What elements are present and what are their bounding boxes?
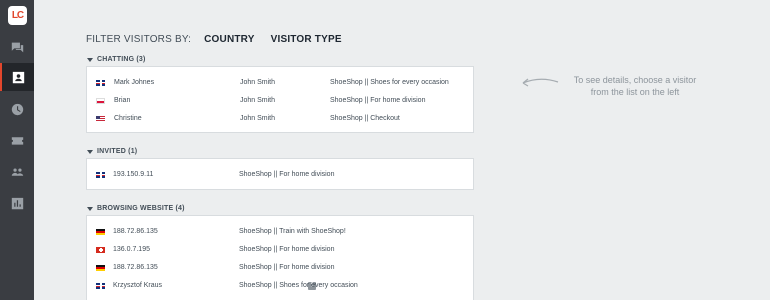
visitor-page: ShoeShop || Shoes for every occasion xyxy=(330,79,449,86)
sidebar-item-visitors[interactable] xyxy=(0,63,34,91)
list-item[interactable]: 188.72.86.135 ShoeShop || For home divis… xyxy=(87,259,473,277)
visitor-ip: 136.0.7.195 xyxy=(113,246,150,253)
sidebar-item-agents[interactable] xyxy=(0,158,34,186)
hint-line-2: from the list on the left xyxy=(590,87,680,97)
switzerland-flag-icon xyxy=(96,247,105,253)
history-icon xyxy=(11,103,23,115)
visitor-name: Christine xyxy=(114,115,142,122)
sidebar: LC xyxy=(0,0,34,300)
section-title: CHATTING (3) xyxy=(97,56,146,63)
visitor-name: Brian xyxy=(114,97,131,104)
visitor-page: ShoeShop || For home division xyxy=(239,246,335,253)
details-hint: To see details, choose a visitor from th… xyxy=(560,74,710,98)
list-item[interactable]: Mark Johnes John Smith ShoeShop || Shoes… xyxy=(87,74,473,92)
germany-flag-icon xyxy=(96,229,105,235)
visitor-name: Krzysztof Kraus xyxy=(113,282,163,289)
agent-name: John Smith xyxy=(240,115,276,122)
visitors-icon xyxy=(12,71,24,83)
agents-icon xyxy=(11,167,23,176)
hint-line-1: To see details, choose a visitor xyxy=(573,75,697,85)
visitor-ip: 193.150.9.11 xyxy=(113,171,154,178)
caret-down-icon xyxy=(87,57,93,62)
visitor-page: ShoeShop || Shoes for every occasion xyxy=(239,282,358,289)
section-header-browsing[interactable]: BROWSING WEBSITE (4) xyxy=(87,205,185,212)
section-header-chatting[interactable]: CHATTING (3) xyxy=(87,56,146,63)
list-item[interactable]: 188.72.86.135 ShoeShop || Train with Sho… xyxy=(87,223,473,241)
visitor-page: ShoeShop || For home division xyxy=(239,264,335,271)
filter-country-button[interactable]: COUNTRY xyxy=(204,34,254,45)
poland-flag-icon xyxy=(96,98,105,104)
caret-down-icon xyxy=(87,206,93,211)
list-item[interactable]: 193.150.9.11 ShoeShop || For home divisi… xyxy=(87,166,473,184)
invited-list: 193.150.9.11 ShoeShop || For home divisi… xyxy=(86,158,474,190)
germany-flag-icon xyxy=(96,265,105,271)
uk-flag-icon xyxy=(96,172,105,178)
visitor-ip: 188.72.86.135 xyxy=(113,228,158,235)
sidebar-item-history[interactable] xyxy=(0,95,34,123)
section-header-invited[interactable]: INVITED (1) xyxy=(87,148,137,155)
section-title: INVITED (1) xyxy=(97,148,138,155)
filter-visitor-type-button[interactable]: VISITOR TYPE xyxy=(271,34,342,45)
filter-bar: FILTER VISITORS BY: COUNTRY VISITOR TYPE xyxy=(86,34,342,45)
sidebar-item-reports[interactable] xyxy=(0,189,34,217)
agent-name: John Smith xyxy=(240,97,276,104)
agent-name: John Smith xyxy=(240,79,276,86)
visitor-name: Mark Johnes xyxy=(114,79,155,86)
browsing-list: 188.72.86.135 ShoeShop || Train with Sho… xyxy=(86,215,474,300)
section-title: BROWSING WEBSITE (4) xyxy=(97,205,185,212)
tickets-icon xyxy=(11,136,23,145)
visitor-page: ShoeShop || For home division xyxy=(330,97,426,104)
reports-icon xyxy=(11,197,23,209)
visitor-page: ShoeShop || Train with ShoeShop! xyxy=(239,228,346,235)
list-item[interactable]: Krzysztof Kraus f ShoeShop || Shoes for … xyxy=(87,277,473,295)
list-item[interactable]: Brian John Smith ShoeShop || For home di… xyxy=(87,92,473,110)
sidebar-item-tickets[interactable] xyxy=(0,126,34,154)
uk-flag-icon xyxy=(96,80,105,86)
visitor-page: ShoeShop || For home division xyxy=(239,171,335,178)
chatting-list: Mark Johnes John Smith ShoeShop || Shoes… xyxy=(86,66,474,133)
list-item[interactable]: Christine John Smith ShoeShop || Checkou… xyxy=(87,110,473,128)
caret-down-icon xyxy=(87,149,93,154)
uk-flag-icon xyxy=(96,283,105,289)
visitor-page: ShoeShop || Checkout xyxy=(330,115,400,122)
sidebar-item-chats[interactable] xyxy=(0,33,34,61)
livechat-logo[interactable]: LC xyxy=(8,6,27,25)
visitor-ip: 188.72.86.135 xyxy=(113,264,158,271)
usa-flag-icon xyxy=(96,116,105,122)
curved-arrow-icon xyxy=(522,78,559,87)
filter-label: FILTER VISITORS BY: xyxy=(86,34,192,45)
chats-icon xyxy=(11,42,23,52)
list-item[interactable]: 136.0.7.195 ShoeShop || For home divisio… xyxy=(87,241,473,259)
